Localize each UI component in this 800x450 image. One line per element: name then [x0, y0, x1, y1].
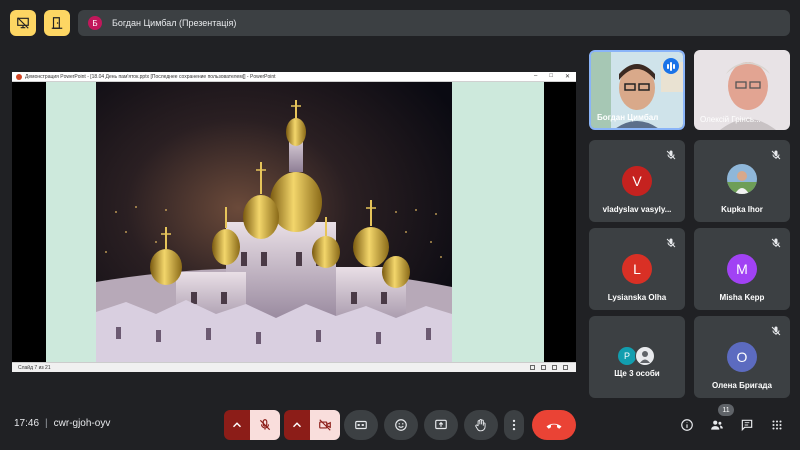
- apps-grid-icon: [772, 420, 782, 430]
- participant-tile-oleksii[interactable]: Олексій Грінсь...: [694, 50, 790, 130]
- current-time: 17:46: [14, 418, 40, 429]
- shared-presentation: Демонстрация PowerPoint - [18.04 День па…: [12, 72, 576, 372]
- video-options-button[interactable]: [284, 410, 310, 440]
- meeting-details-button[interactable]: [678, 416, 696, 434]
- sorter-view-icon: [541, 365, 546, 370]
- leave-call-button[interactable]: [532, 410, 576, 440]
- participant-name: vladyslav vasyly...: [602, 205, 672, 214]
- chat-icon: [741, 419, 753, 432]
- presentation-titlebar: Демонстрация PowerPoint - [18.04 День па…: [12, 72, 576, 82]
- avatar: L: [622, 254, 652, 284]
- maximize-icon: □: [549, 73, 553, 79]
- presenter-banner: Б Богдан Цимбал (Презентація): [78, 10, 790, 36]
- chevron-up-icon: [292, 422, 302, 428]
- meeting-info: 17:46 | cwr-gjoh-oyv: [14, 418, 110, 429]
- people-button[interactable]: [708, 416, 726, 434]
- mic-off-icon: [770, 236, 782, 248]
- more-options-button[interactable]: [504, 410, 524, 440]
- presenter-label: Богдан Цимбал (Презентація): [112, 18, 237, 28]
- closed-captions-icon: [355, 420, 367, 430]
- participant-name: Lysianska Olha: [607, 293, 667, 302]
- speaking-indicator-icon: [663, 58, 679, 74]
- camera-toggle-button[interactable]: [310, 410, 340, 440]
- avatar: P: [617, 346, 637, 366]
- avatar: О: [727, 342, 757, 372]
- avatar: V: [622, 166, 652, 196]
- participant-name: Олексій Грінсь...: [700, 115, 761, 124]
- chat-button[interactable]: [738, 416, 756, 434]
- participants-count-badge: 11: [718, 404, 734, 416]
- microphone-toggle-button[interactable]: [250, 410, 280, 440]
- lavra-night-photo: [96, 82, 452, 362]
- mic-off-icon: [259, 419, 271, 431]
- avatar: M: [727, 254, 757, 284]
- reactions-button[interactable]: [384, 410, 418, 440]
- hide-self-view-button[interactable]: [10, 10, 36, 36]
- phone-hangup-icon: [546, 423, 562, 429]
- mic-off-icon: [770, 148, 782, 160]
- participant-name: Misha Kepp: [719, 293, 765, 302]
- participant-tile-kupka[interactable]: Kupka Ihor: [694, 140, 790, 222]
- more-vertical-icon: [512, 419, 516, 431]
- presentation-off-icon: [17, 17, 29, 29]
- mic-off-icon: [665, 236, 677, 248]
- participant-tile-bohdan[interactable]: Богдан Цимбал: [589, 50, 685, 130]
- stacked-avatars: P: [617, 346, 655, 366]
- hand-icon: [475, 418, 486, 432]
- audio-options-button[interactable]: [224, 410, 250, 440]
- present-screen-button[interactable]: [424, 410, 458, 440]
- camera-off-icon: [319, 419, 331, 431]
- chevron-up-icon: [232, 422, 242, 428]
- mic-control: [224, 410, 280, 440]
- activities-button[interactable]: [768, 416, 786, 434]
- window-controls: – □ ✕: [534, 73, 570, 80]
- reading-view-icon: [552, 365, 557, 370]
- presentation-statusbar: Слайд 7 из 21: [12, 362, 576, 372]
- participant-name: Kupka Ihor: [721, 205, 763, 214]
- info-icon: [681, 419, 693, 431]
- avatar: [727, 164, 757, 194]
- captions-button[interactable]: [344, 410, 378, 440]
- separator: |: [45, 418, 48, 429]
- presentation-window-title: Демонстрация PowerPoint - [18.04 День па…: [25, 73, 276, 80]
- participant-name: Богдан Цимбал: [597, 113, 659, 122]
- camera-control: [284, 410, 340, 440]
- participant-tile-lysianska[interactable]: L Lysianska Olha: [589, 228, 685, 310]
- participant-name: Олена Бригада: [712, 381, 772, 390]
- people-icon: [711, 420, 723, 430]
- mic-off-icon: [770, 324, 782, 336]
- exit-room-button[interactable]: [44, 10, 70, 36]
- raise-hand-button[interactable]: [464, 410, 498, 440]
- minimize-icon: –: [534, 73, 538, 79]
- participant-name: Ще 3 особи: [614, 369, 660, 378]
- participant-tile-olena[interactable]: О Олена Бригада: [694, 316, 790, 398]
- presenter-avatar: Б: [88, 16, 102, 30]
- slideshow-view-icon: [563, 365, 568, 370]
- meet-window: Б Богдан Цимбал (Презентація) Демонстрац…: [0, 0, 800, 450]
- view-icons: [530, 365, 568, 370]
- close-icon: ✕: [564, 74, 570, 80]
- participant-tile-vladyslav[interactable]: V vladyslav vasyly...: [589, 140, 685, 222]
- powerpoint-icon: [16, 73, 22, 80]
- door-icon: [51, 17, 63, 29]
- present-icon: [435, 419, 447, 430]
- avatar-photo: [635, 346, 655, 366]
- emoji-icon: [395, 419, 407, 431]
- mic-off-icon: [665, 148, 677, 160]
- more-participants-tile[interactable]: P Ще 3 особи: [589, 316, 685, 398]
- normal-view-icon: [530, 365, 535, 370]
- participant-tile-misha[interactable]: M Misha Kepp: [694, 228, 790, 310]
- slide-counter: Слайд 7 из 21: [18, 364, 51, 371]
- slide-content: [12, 82, 576, 362]
- meeting-code: cwr-gjoh-oyv: [53, 418, 111, 429]
